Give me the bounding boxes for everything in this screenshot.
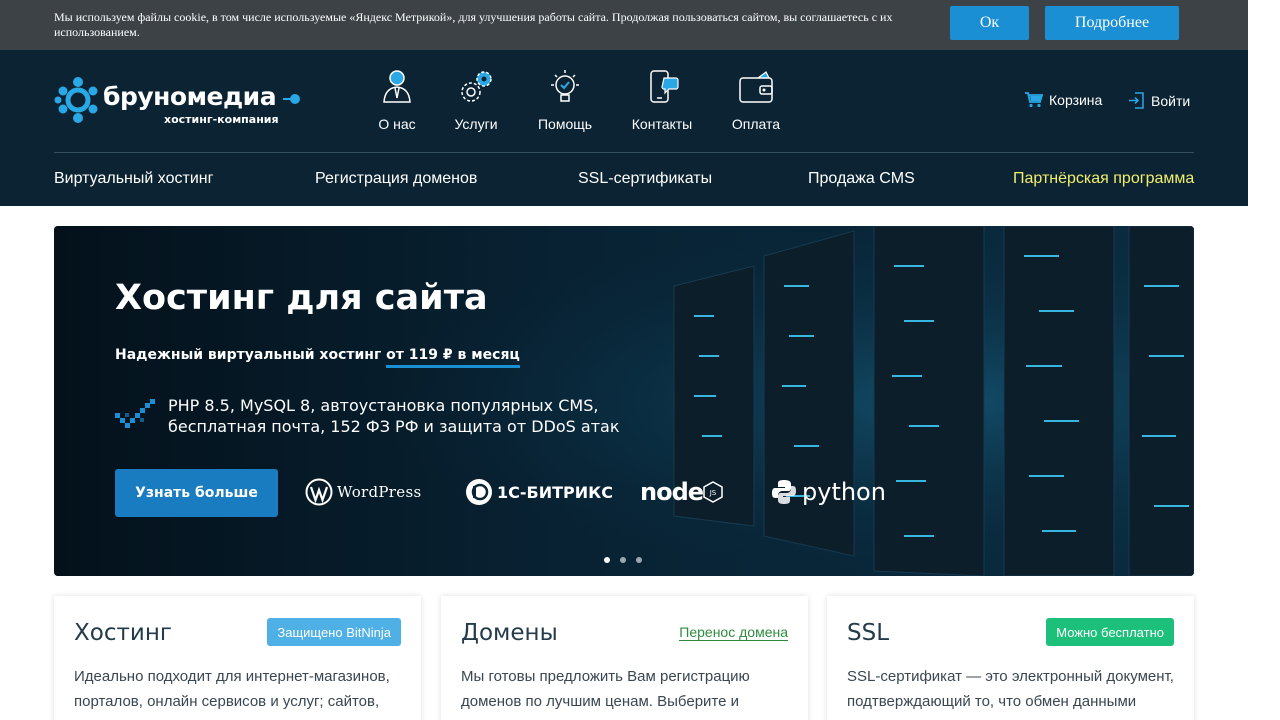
card-hosting: Хостинг Защищено BitNinja Идеально подхо… <box>54 596 421 720</box>
checkmark-icon <box>115 399 155 428</box>
phone-chat-icon <box>650 70 679 103</box>
wordpress-logo: WordPress <box>305 478 421 506</box>
wallet-icon <box>739 71 773 103</box>
topnav-label: Контакты <box>631 116 693 132</box>
topnav-label: Услуги <box>454 116 498 132</box>
cart-link[interactable]: Корзина <box>1025 92 1102 108</box>
domain-transfer-link[interactable]: Перенос домена <box>679 624 788 641</box>
mainnav-ssl[interactable]: SSL-сертификаты <box>578 170 712 188</box>
topnav-label: О нас <box>378 116 416 132</box>
cart-label: Корзина <box>1049 92 1103 108</box>
badge-bitninja: Защищено BitNinja <box>267 618 401 646</box>
topnav-label: Оплата <box>731 116 781 132</box>
hero-feature-line: PHP 8.5, MySQL 8, автоустановка популярн… <box>168 396 599 415</box>
nodejs-label: node <box>640 478 704 506</box>
hero-title: Хостинг для сайта <box>115 278 488 318</box>
card-domains: Домены Перенос домена Мы готовы предложи… <box>441 596 808 720</box>
bitrix-label: 1С-БИТРИКС <box>497 482 613 502</box>
header-divider <box>54 152 1194 153</box>
lightbulb-icon <box>551 70 579 102</box>
card-title: SSL <box>847 620 890 646</box>
hero-banner: Хостинг для сайта Надежный виртуальный х… <box>54 226 1194 576</box>
bitrix-icon <box>466 479 492 505</box>
bitrix-logo: 1С-БИТРИКС <box>465 478 613 506</box>
card-title: Хостинг <box>74 620 172 646</box>
login-icon <box>1129 92 1144 109</box>
mainnav-hosting[interactable]: Виртуальный хостинг <box>54 170 213 188</box>
wordpress-label: WordPress <box>337 483 422 501</box>
person-icon <box>383 70 411 103</box>
mainnav-cms[interactable]: Продажа CMS <box>808 170 915 188</box>
mainnav-partners[interactable]: Партнёрская программа <box>1013 170 1194 188</box>
page: Мы используем файлы cookie, в том числе … <box>0 0 1280 720</box>
badge-free: Можно бесплатно <box>1046 618 1174 646</box>
carousel-dot[interactable] <box>620 557 626 563</box>
logo-dot-icon <box>283 94 300 104</box>
site-header: бруномедиа хостинг-компания О нас Услуги… <box>0 50 1248 206</box>
nodejs-hex-icon: JS <box>703 481 723 503</box>
carousel-dots <box>604 557 642 563</box>
cookie-ok-button[interactable]: Ок <box>950 6 1029 40</box>
hero-feature-line: бесплатная почта, 152 ФЗ РФ и защита от … <box>168 417 620 436</box>
card-text: SSL-сертификат — это электронный докумен… <box>847 668 1174 710</box>
svg-text:JS: JS <box>709 489 717 497</box>
learn-more-button[interactable]: Узнать больше <box>115 469 278 517</box>
card-ssl: SSL Можно бесплатно SSL-сертификат — это… <box>827 596 1194 720</box>
logo-name: бруномедиа <box>103 82 277 111</box>
cart-icon <box>1025 92 1043 108</box>
cookie-text: Мы используем файлы cookie, в том числе … <box>54 10 893 39</box>
hero-features: PHP 8.5, MySQL 8, автоустановка популярн… <box>168 395 628 437</box>
cookie-more-button[interactable]: Подробнее <box>1045 6 1179 40</box>
logo-subtitle: хостинг-компания <box>164 113 279 126</box>
hero-subtitle-prefix: Надежный виртуальный хостинг <box>115 347 387 363</box>
card-title: Домены <box>461 620 558 646</box>
cookie-banner: Мы используем файлы cookie, в том числе … <box>0 0 1248 50</box>
carousel-dot[interactable] <box>604 557 610 563</box>
nodejs-logo: node JS <box>640 478 723 506</box>
carousel-dot[interactable] <box>636 557 642 563</box>
hero-subtitle: Надежный виртуальный хостинг от 119 ₽ в … <box>115 347 520 368</box>
card-text: Идеально подходит для интернет-магазинов… <box>74 668 390 710</box>
main-nav: Виртуальный хостинг Регистрация доменов … <box>54 170 1194 190</box>
login-link[interactable]: Войти <box>1128 92 1190 109</box>
python-icon <box>772 480 796 504</box>
login-label: Войти <box>1151 92 1191 109</box>
wordpress-icon <box>305 478 333 506</box>
logo-mark-icon <box>54 77 98 123</box>
python-logo: python <box>770 478 886 506</box>
mainnav-domains[interactable]: Регистрация доменов <box>315 170 477 188</box>
card-text: Мы готовы предложить Вам регистрацию дом… <box>461 668 750 710</box>
hero-price: от 119 ₽ в месяц <box>386 347 520 368</box>
python-label: python <box>802 478 886 506</box>
logo[interactable]: бруномедиа хостинг-компания <box>54 76 304 128</box>
gears-icon <box>461 71 492 102</box>
topnav-label: Помощь <box>537 116 593 132</box>
